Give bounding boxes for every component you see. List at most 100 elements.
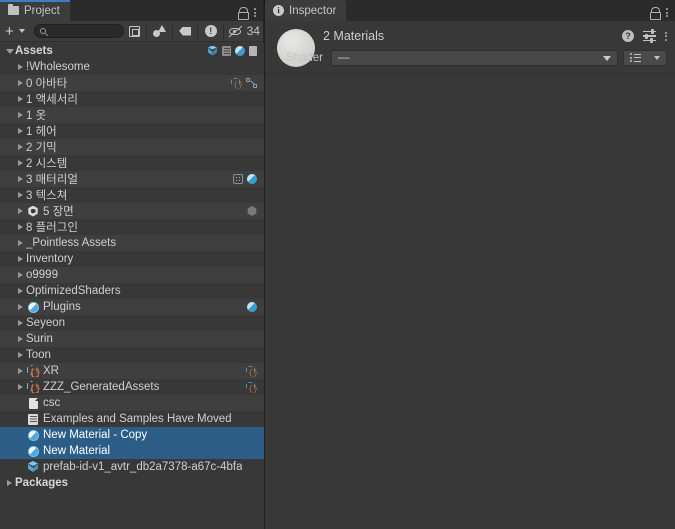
chevron-right-icon[interactable] [15, 336, 26, 342]
chevron-right-icon[interactable] [15, 256, 26, 262]
chevron-right-icon[interactable] [15, 80, 26, 86]
create-asset-button[interactable]: + [3, 23, 25, 40]
tree-row-item[interactable]: Seyeon [0, 315, 264, 331]
tree-row-item[interactable]: 0 아바타 {} [0, 75, 264, 91]
chevron-right-icon[interactable] [15, 224, 26, 230]
tree-row-packages[interactable]: Packages [0, 475, 264, 491]
chevron-down-icon[interactable] [4, 48, 15, 54]
tab-inspector[interactable]: i Inspector [265, 0, 347, 21]
save-search-button[interactable] [126, 23, 144, 40]
tree-item-label: csc [43, 397, 61, 409]
label-filter-button[interactable] [176, 23, 195, 40]
link-badge [246, 78, 257, 88]
chevron-right-icon[interactable] [15, 128, 26, 134]
tree-row-item[interactable]: prefab-id-v1_avtr_db2a7378-a67c-4bfa [0, 459, 264, 475]
tree-row-item[interactable]: 8 플러그인 [0, 219, 264, 235]
tree-row-item[interactable]: 3 매터리얼 [0, 171, 264, 187]
tree-row-item[interactable]: 2 기믹 [0, 139, 264, 155]
project-tab-tools [238, 7, 263, 21]
chevron-right-icon[interactable] [15, 352, 26, 358]
tree-row-item[interactable]: 1 헤어 [0, 123, 264, 139]
tree-row-item[interactable]: {} ZZZ_GeneratedAssets {} [0, 379, 264, 395]
type-filter-icon [153, 25, 167, 37]
material-sphere-icon [26, 301, 40, 314]
tree-item-label: New Material [43, 445, 111, 457]
preset-icon[interactable] [643, 29, 656, 43]
document-badge [222, 46, 231, 56]
project-toolbar: + ! 34 [0, 21, 263, 42]
tree-row-item[interactable]: OptimizedShaders [0, 283, 264, 299]
tree-item-label: 5 장면 [43, 206, 74, 218]
package-icon: {} [26, 365, 41, 378]
chevron-right-icon[interactable] [15, 96, 26, 102]
kebab-menu-icon[interactable] [666, 8, 668, 17]
tree-row-item-selected[interactable]: New Material [0, 443, 264, 459]
tree-row-item[interactable]: 3 텍스쳐 [0, 187, 264, 203]
package-icon: {} [26, 381, 41, 394]
tree-row-item[interactable]: _Pointless Assets [0, 235, 264, 251]
kebab-menu-icon[interactable] [254, 8, 256, 17]
tree-item-label: ZZZ_GeneratedAssets [43, 381, 160, 393]
tree-label-packages: Packages [15, 477, 69, 489]
chevron-right-icon[interactable] [15, 288, 26, 294]
tree-item-label: _Pointless Assets [26, 237, 117, 249]
chevron-right-icon[interactable] [15, 384, 26, 390]
tab-project[interactable]: Project [0, 0, 70, 21]
toolbar-divider-4 [223, 23, 224, 39]
tree-item-label: 3 매터리얼 [26, 174, 78, 186]
tree-row-item[interactable]: Plugins [0, 299, 264, 315]
material-sphere-icon [26, 429, 40, 442]
chevron-right-icon[interactable] [4, 480, 15, 486]
shader-dropdown[interactable]: — [331, 50, 618, 66]
kebab-menu-icon[interactable] [665, 31, 667, 41]
prefab-cube-icon [26, 461, 40, 474]
tree-item-label: 3 텍스쳐 [26, 190, 68, 202]
lock-icon[interactable] [238, 7, 249, 20]
chevron-right-icon[interactable] [15, 208, 26, 214]
chevron-right-icon[interactable] [15, 304, 26, 310]
tree-row-item[interactable]: Inventory [0, 251, 264, 267]
help-icon[interactable]: ? [622, 30, 634, 42]
chevron-right-icon[interactable] [15, 192, 26, 198]
tree-row-item[interactable]: 1 액세서리 [0, 91, 264, 107]
tree-row-item[interactable]: 2 시스템 [0, 155, 264, 171]
chevron-right-icon[interactable] [15, 272, 26, 278]
tree-row-item[interactable]: 5 장면 [0, 203, 264, 219]
tree-row-item[interactable]: Toon [0, 347, 264, 363]
project-tabbar: Project [0, 0, 263, 21]
asset-tree[interactable]: Assets !Wholesome 0 아바타 {} 1 액세서리 1 옷 1 … [0, 43, 264, 529]
material-sphere-badge [247, 302, 257, 312]
tree-row-item[interactable]: Examples and Samples Have Moved [0, 411, 264, 427]
chevron-right-icon[interactable] [15, 64, 26, 70]
type-filter-button[interactable] [150, 23, 169, 40]
prefab-variant-badge: {} [246, 365, 258, 377]
inspector-header: 2 Materials ? Shader — [265, 21, 675, 73]
chevron-right-icon[interactable] [15, 144, 26, 150]
tree-row-item[interactable]: 1 옷 [0, 107, 264, 123]
tree-row-item[interactable]: o9999 [0, 267, 264, 283]
tree-row-item[interactable]: csc [0, 395, 264, 411]
inspector-divider [265, 73, 675, 74]
shader-label: Shader [285, 52, 323, 64]
tree-row-item[interactable]: {} XR {} [0, 363, 264, 379]
search-input[interactable] [33, 24, 124, 38]
tree-row-assets[interactable]: Assets [0, 43, 264, 59]
tree-row-item[interactable]: !Wholesome [0, 59, 264, 75]
chevron-right-icon[interactable] [15, 176, 26, 182]
chevron-right-icon[interactable] [15, 160, 26, 166]
chevron-right-icon[interactable] [15, 112, 26, 118]
tree-item-label: New Material - Copy [43, 429, 148, 441]
row-badges [247, 203, 257, 219]
lock-icon[interactable] [650, 7, 661, 20]
tree-row-item-selected[interactable]: New Material - Copy [0, 427, 264, 443]
chevron-right-icon[interactable] [15, 240, 26, 246]
chevron-right-icon[interactable] [15, 320, 26, 326]
hidden-toggle-button[interactable] [227, 23, 243, 40]
chevron-right-icon[interactable] [15, 368, 26, 374]
shader-extra-button[interactable] [623, 50, 667, 66]
tree-item-label: Inventory [26, 253, 74, 265]
assets-badges [207, 43, 257, 59]
tree-row-item[interactable]: Surin [0, 331, 264, 347]
tree-item-label: prefab-id-v1_avtr_db2a7378-a67c-4bfa [43, 461, 243, 473]
warning-filter-button[interactable]: ! [201, 23, 220, 40]
